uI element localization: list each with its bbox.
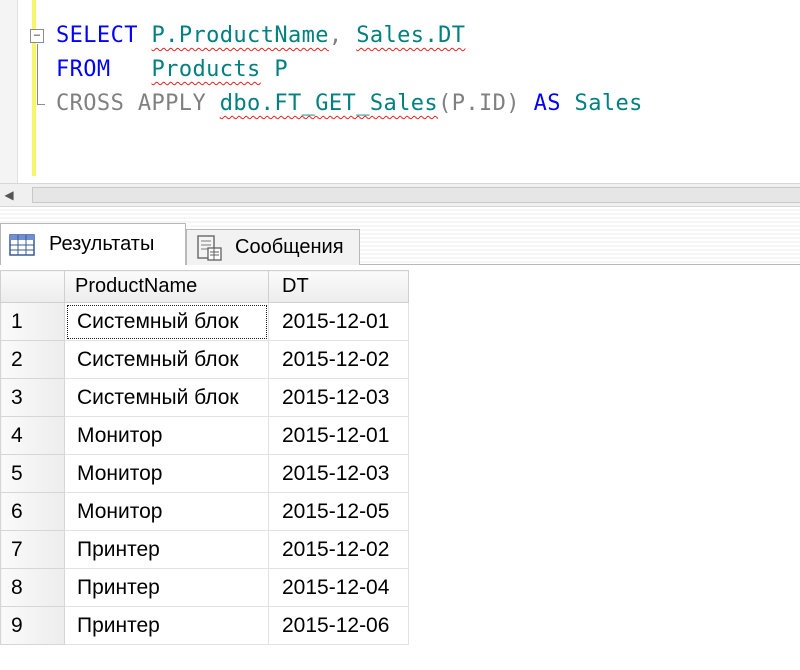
code-token: dbo.FT_GET_Sales (219, 91, 439, 116)
code-token: CROSS APPLY (56, 91, 220, 116)
code-token: FROM (56, 57, 111, 82)
table-row[interactable]: 9 Принтер 2015-12-06 (0, 606, 409, 645)
productname-cell[interactable]: Системный блок (64, 378, 269, 417)
dt-cell[interactable]: 2015-12-06 (268, 606, 409, 645)
row-number-cell[interactable]: 7 (0, 530, 65, 569)
horizontal-scrollbar[interactable]: ◀ (0, 183, 800, 207)
productname-cell[interactable]: Монитор (64, 416, 269, 455)
outline-line-end (37, 104, 45, 105)
dt-cell[interactable]: 2015-12-04 (268, 568, 409, 607)
code-token: AS (533, 91, 561, 116)
code-line[interactable]: SELECT P.ProductName, Sales.DT (56, 22, 465, 50)
code-line[interactable]: CROSS APPLY dbo.FT_GET_Sales(P.ID) AS Sa… (56, 90, 643, 118)
table-row[interactable]: 3 Системный блок 2015-12-03 (0, 378, 409, 417)
editor-margin (0, 0, 18, 183)
dt-cell[interactable]: 2015-12-05 (268, 492, 409, 531)
code-token: Sales.DT (356, 23, 466, 48)
code-token: Sales (560, 91, 643, 116)
productname-cell[interactable]: Системный блок (64, 302, 269, 341)
tab-results-label: Результаты (49, 233, 155, 255)
table-row[interactable]: 1 Системный блок 2015-12-01 (0, 302, 409, 341)
results-grid[interactable]: ProductName DT 1 Системный блок 2015-12-01… (0, 266, 800, 670)
dt-cell[interactable]: 2015-12-02 (268, 530, 409, 569)
code-token: Products (151, 57, 261, 82)
tab-messages[interactable]: Сообщения (186, 229, 360, 265)
row-number-cell[interactable]: 1 (0, 302, 65, 341)
row-number-cell[interactable]: 2 (0, 340, 65, 379)
dt-cell[interactable]: 2015-12-02 (268, 340, 409, 379)
column-header-dt[interactable]: DT (268, 270, 409, 303)
row-number-cell[interactable]: 8 (0, 568, 65, 607)
row-number-cell[interactable]: 5 (0, 454, 65, 493)
results-table: ProductName DT 1 Системный блок 2015-12-01… (0, 270, 409, 645)
corner-header-cell[interactable] (0, 270, 65, 303)
tab-messages-label: Сообщения (235, 236, 344, 258)
table-row[interactable]: 6 Монитор 2015-12-05 (0, 492, 409, 531)
productname-cell[interactable]: Принтер (64, 606, 269, 645)
productname-cell[interactable]: Монитор (64, 492, 269, 531)
column-header-productname[interactable]: ProductName (64, 270, 269, 303)
scrollbar-thumb[interactable] (32, 187, 800, 203)
collapse-icon[interactable]: − (30, 29, 44, 43)
table-row[interactable]: 2 Системный блок 2015-12-02 (0, 340, 409, 379)
table-row[interactable]: 4 Монитор 2015-12-01 (0, 416, 409, 455)
row-number-cell[interactable]: 4 (0, 416, 65, 455)
tab-results[interactable]: Результаты (0, 223, 186, 265)
code-token: P (260, 57, 288, 82)
productname-cell[interactable]: Монитор (64, 454, 269, 493)
row-number-cell[interactable]: 9 (0, 606, 65, 645)
dt-cell[interactable]: 2015-12-01 (268, 302, 409, 341)
productname-cell[interactable]: Принтер (64, 530, 269, 569)
dt-cell[interactable]: 2015-12-01 (268, 416, 409, 455)
scroll-left-arrow-icon[interactable]: ◀ (0, 184, 18, 206)
table-row[interactable]: 5 Монитор 2015-12-03 (0, 454, 409, 493)
messages-icon (197, 234, 222, 261)
dt-cell[interactable]: 2015-12-03 (268, 454, 409, 493)
productname-cell[interactable]: Системный блок (64, 340, 269, 379)
row-number-cell[interactable]: 6 (0, 492, 65, 531)
grid-icon (9, 233, 35, 256)
change-tracking-bar (32, 0, 36, 176)
table-row[interactable]: 8 Принтер 2015-12-04 (0, 568, 409, 607)
results-tabbar: Результаты Сообщения (0, 207, 800, 265)
outline-line (37, 44, 38, 104)
row-number-cell[interactable]: 3 (0, 378, 65, 417)
sql-editor[interactable]: − SELECT P.ProductName, Sales.DT FROM Pr… (0, 0, 800, 183)
code-token: (P.ID) (438, 91, 534, 116)
productname-cell[interactable]: Принтер (64, 568, 269, 607)
header-row: ProductName DT (0, 270, 409, 303)
dt-cell[interactable]: 2015-12-03 (268, 378, 409, 417)
code-token: P.ProductName (151, 23, 329, 48)
code-line[interactable]: FROM Products P (56, 56, 288, 84)
code-token: SELECT (56, 23, 138, 48)
code-token: , (328, 23, 357, 48)
table-row[interactable]: 7 Принтер 2015-12-02 (0, 530, 409, 569)
